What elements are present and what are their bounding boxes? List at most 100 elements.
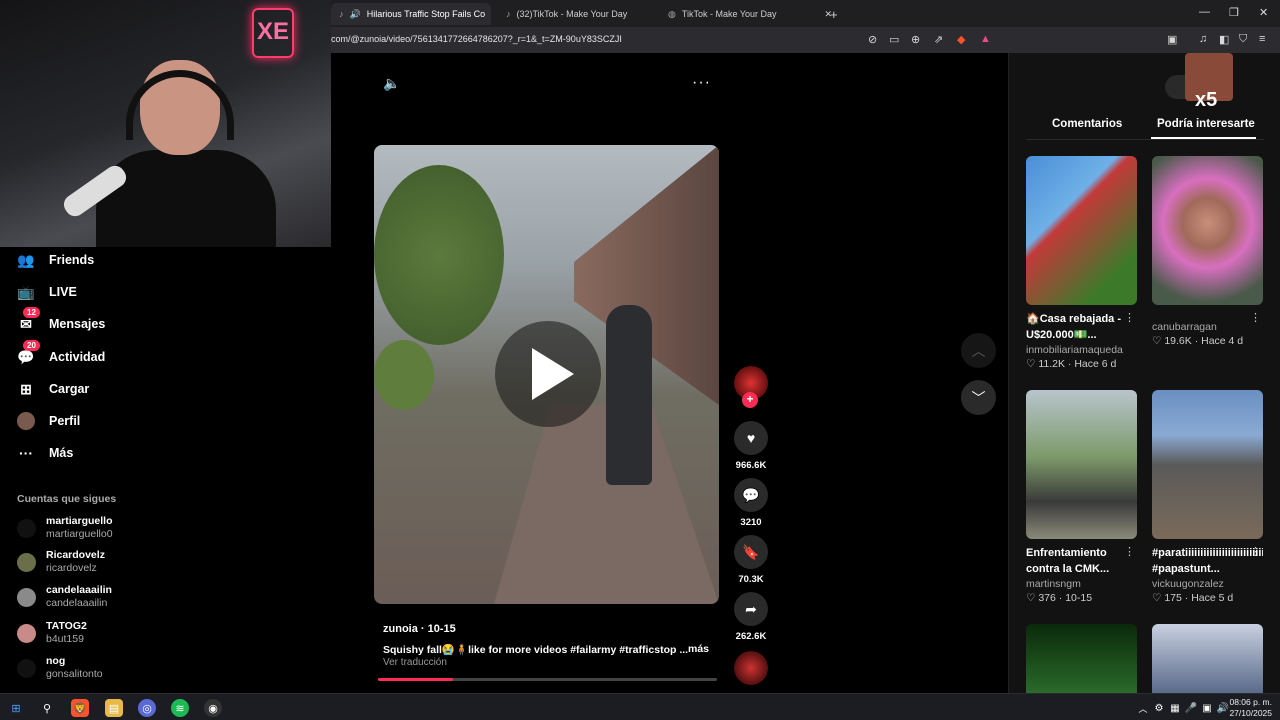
menu-icon[interactable]: ≡ <box>1259 33 1265 45</box>
nav-item-messages[interactable]: ✉ 12 Mensajes <box>17 307 105 333</box>
media-icon[interactable]: ♫ <box>1199 33 1207 45</box>
video-caption: Squishy fall😭🧍like for more videos #fail… <box>383 644 689 656</box>
following-account[interactable]: nog gonsalitonto <box>17 655 103 681</box>
minimize-icon[interactable]: — <box>1199 6 1210 18</box>
video-user[interactable]: martinsngm <box>1026 578 1137 590</box>
audio-icon: 🔊 <box>349 8 361 19</box>
recommended-video-card[interactable]: ⋮ canubarragan ♡ 19.6K · Hace 4 d <box>1152 156 1263 347</box>
brave-browser-icon[interactable]: 🦁 <box>71 699 89 717</box>
share-arrow-icon[interactable]: ➦ <box>734 592 768 626</box>
nav-item-activity[interactable]: 💬 20 Actividad <box>17 340 106 366</box>
account-name: nog <box>46 655 66 667</box>
friends-icon: 👥 <box>17 251 35 268</box>
following-account[interactable]: TATOG2 b4ut159 <box>17 620 87 646</box>
browser-tab-active[interactable]: ♪ 🔊 Hilarious Traffic Stop Fails Co ✕ <box>331 3 491 25</box>
share-icon[interactable]: ⇗ <box>934 33 943 46</box>
following-account[interactable]: martiarguello martiarguello0 <box>17 515 113 541</box>
video-progress-fill <box>378 678 453 681</box>
video-title[interactable]: #paratiiiiiiiiiiiiiiiiiiiiiiiiii #papast… <box>1152 545 1263 577</box>
rewards-icon[interactable]: ▲ <box>980 33 991 45</box>
comment-icon[interactable]: 💬 <box>734 478 768 512</box>
search-icon[interactable]: ⚲ <box>38 699 56 717</box>
video-user[interactable]: vickuugonzalez <box>1152 578 1263 590</box>
video-player[interactable] <box>374 145 719 604</box>
following-account[interactable]: candelaaailin candelaaailin <box>17 584 112 610</box>
play-button[interactable] <box>495 321 601 427</box>
video-user[interactable]: inmobiliariamaqueda <box>1026 344 1137 356</box>
video-thumbnail[interactable] <box>1026 390 1137 539</box>
streamer-body <box>96 150 276 247</box>
browser-tab[interactable]: ♪ (32)TikTok - Make Your Day <box>498 3 658 25</box>
more-options-icon[interactable]: ··· <box>692 74 711 92</box>
avatar <box>17 587 36 607</box>
url-field[interactable]: com/@zunoia/video/7561341772664786207?_r… <box>331 34 622 44</box>
zoom-icon[interactable]: ⊕ <box>911 33 920 46</box>
save-count: 70.3K <box>738 574 764 585</box>
browser-tab[interactable]: ◍ TikTok - Make Your Day ✕ <box>660 3 840 25</box>
vpn-icon[interactable]: ⛉ <box>1239 33 1247 46</box>
tab-recommended[interactable]: Podría interesarte <box>1157 118 1255 130</box>
card-menu-icon[interactable]: ⋮ <box>1250 311 1261 324</box>
nav-item-profile[interactable]: ● Perfil <box>17 412 80 430</box>
tab-label: Hilarious Traffic Stop Fails Co <box>366 9 486 19</box>
chevron-down-icon[interactable]: ﹀ <box>961 380 996 415</box>
caption-more-link[interactable]: más <box>688 643 709 655</box>
video-thumbnail[interactable] <box>1152 624 1263 693</box>
music-disc-icon[interactable] <box>734 651 768 685</box>
card-menu-icon[interactable]: ⋮ <box>1124 545 1135 558</box>
like-action[interactable]: ♥ 966.6K <box>734 421 768 471</box>
video-author[interactable]: zunoia · 10-15 <box>383 623 456 635</box>
brave-shield-icon[interactable]: ◆ <box>957 33 965 46</box>
windows-start-icon[interactable]: ⊞ <box>7 699 25 717</box>
video-thumbnail[interactable] <box>1152 390 1263 539</box>
nav-item-live[interactable]: 📺 LIVE <box>17 283 77 301</box>
video-thumbnail[interactable] <box>1026 624 1137 693</box>
comment-action[interactable]: 💬 3210 <box>734 478 768 528</box>
sidebar-toggle-icon[interactable]: ▣ <box>1167 33 1177 46</box>
share-action[interactable]: ➦ 262.6K <box>734 592 768 642</box>
video-progress-bar[interactable] <box>378 678 717 681</box>
obs-icon[interactable]: ◉ <box>204 699 222 717</box>
nav-item-friends[interactable]: 👥 Friends <box>17 251 94 269</box>
recommended-video-card[interactable]: 🏠Casa rebajada - U$20.000💵... ⋮ inmobili… <box>1026 156 1137 370</box>
nav-label: Actividad <box>49 350 106 364</box>
translate-link[interactable]: Ver traducción <box>383 657 447 668</box>
cast-icon[interactable]: ▭ <box>889 33 899 46</box>
post-date: Hace 5 d <box>1191 592 1234 604</box>
account-name: Ricardovelz <box>46 549 105 561</box>
like-count: 966.6K <box>735 460 767 471</box>
discord-icon[interactable]: ◎ <box>138 699 156 717</box>
video-thumbnail[interactable] <box>1026 156 1137 305</box>
heart-icon[interactable]: ♥ <box>734 421 768 455</box>
nav-item-more[interactable]: ··· Más <box>17 444 73 462</box>
globe-icon: ◍ <box>668 8 676 19</box>
recommended-video-card[interactable]: #paratiiiiiiiiiiiiiiiiiiiiiiiiii #papast… <box>1152 390 1263 604</box>
nav-label: Más <box>49 446 74 460</box>
spotify-icon[interactable]: ≋ <box>171 699 189 717</box>
chevron-up-icon[interactable]: ︿ <box>961 333 996 368</box>
tab-comments[interactable]: Comentarios <box>1052 118 1122 130</box>
system-clock[interactable]: 08:06 p. m. 27/10/2025 <box>1229 697 1272 719</box>
new-tab-button[interactable]: + <box>822 3 844 25</box>
nav-item-upload[interactable]: ⊞ Cargar <box>17 380 89 398</box>
avatar <box>17 518 36 538</box>
video-title[interactable]: Enfrentamiento contra la CMK... <box>1026 545 1137 577</box>
follow-plus-icon[interactable]: + <box>742 392 758 408</box>
tracking-icon[interactable]: ⊘ <box>868 33 877 46</box>
bookmark-icon[interactable]: 🔖 <box>734 535 768 569</box>
recommended-video-card[interactable]: Enfrentamiento contra la CMK... ⋮ martin… <box>1026 390 1137 604</box>
card-menu-icon[interactable]: ⋮ <box>1124 311 1135 324</box>
panel-icon[interactable]: ◧ <box>1219 33 1229 46</box>
video-title[interactable]: 🏠Casa rebajada - U$20.000💵... <box>1026 311 1137 343</box>
card-menu-icon[interactable]: ⋮ <box>1250 545 1261 558</box>
video-thumbnail[interactable] <box>1152 156 1263 305</box>
video-user[interactable]: canubarragan <box>1152 321 1263 333</box>
close-window-icon[interactable]: ✕ <box>1259 6 1268 19</box>
following-account[interactable]: Ricardovelz ricardovelz <box>17 549 105 575</box>
save-action[interactable]: 🔖 70.3K <box>734 535 768 585</box>
volume-icon[interactable]: 🔈 <box>383 75 400 92</box>
account-username: gonsalitonto <box>46 668 103 680</box>
video-bush <box>374 340 434 410</box>
file-explorer-icon[interactable]: ▤ <box>105 699 123 717</box>
restore-icon[interactable]: ❐ <box>1229 6 1239 19</box>
